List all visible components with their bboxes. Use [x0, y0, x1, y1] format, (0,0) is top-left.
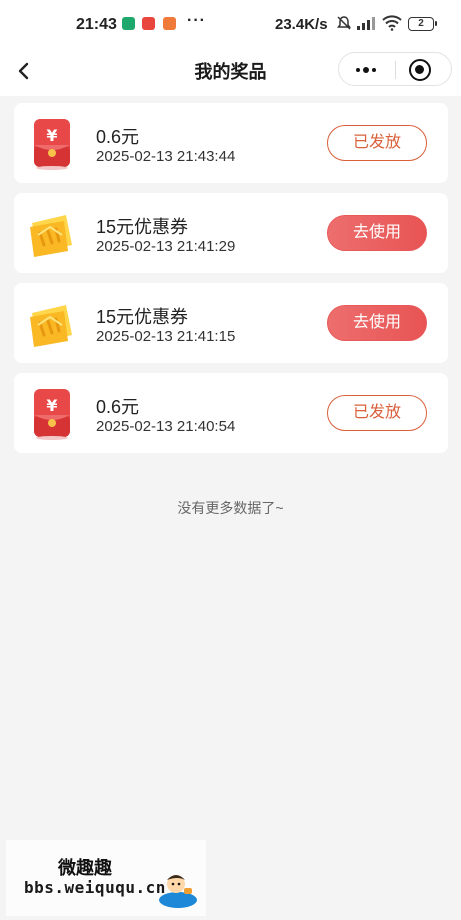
wifi-icon: [382, 15, 402, 35]
more-dots-icon: [356, 68, 360, 72]
status-more-dots: ···: [187, 12, 206, 29]
status-time: 21:43: [76, 16, 117, 33]
mute-bell-icon: [336, 15, 352, 35]
network-speed: 23.4K/s: [275, 16, 328, 33]
battery-icon: 2: [408, 17, 437, 31]
gold-coupon-icon: [28, 295, 76, 351]
watermark-url: bbs.weiququ.cn: [24, 878, 166, 897]
issued-button[interactable]: 已发放: [327, 125, 427, 161]
more-button[interactable]: [339, 53, 395, 85]
no-more-data-text: 没有更多数据了~: [177, 500, 284, 516]
nav-bar: 我的奖品: [0, 48, 461, 96]
target-close-icon[interactable]: [409, 59, 431, 81]
fox-app-icon: [163, 17, 176, 30]
status-bar: 21:43 ··· 23.4K/s 2: [0, 0, 461, 48]
prize-time: 2025-02-13 21:41:29: [96, 238, 236, 255]
red-envelope-icon: ¥: [28, 115, 76, 171]
watermark: 微趣趣 bbs.weiququ.cn: [6, 840, 206, 916]
hd-signal-icon: [356, 15, 376, 35]
svg-text:¥: ¥: [46, 126, 57, 145]
mini-program-capsule: [338, 52, 452, 86]
use-coupon-button[interactable]: 去使用: [327, 215, 427, 251]
issued-button[interactable]: 已发放: [327, 395, 427, 431]
netease-music-app-icon: [142, 17, 155, 30]
prize-name: 0.6元: [96, 127, 140, 147]
mascot-logo-icon: [156, 868, 200, 915]
prize-time: 2025-02-13 21:41:15: [96, 328, 236, 345]
prize-name: 0.6元: [96, 397, 140, 417]
capsule-divider: [395, 61, 396, 79]
prize-card: ¥ 0.6元 2025-02-13 21:43:44 已发放: [14, 103, 448, 183]
shield-app-icon: [122, 17, 135, 30]
prize-card: ¥ 0.6元 2025-02-13 21:40:54 已发放: [14, 373, 448, 453]
prize-name: 15元优惠券: [96, 217, 189, 237]
gold-coupon-icon: [28, 205, 76, 261]
watermark-name: 微趣趣: [58, 858, 112, 878]
prize-time: 2025-02-13 21:40:54: [96, 418, 236, 435]
prize-time: 2025-02-13 21:43:44: [96, 148, 236, 165]
svg-text:¥: ¥: [46, 396, 57, 415]
prize-card: 15元优惠券 2025-02-13 21:41:29 去使用: [14, 193, 448, 273]
use-coupon-button[interactable]: 去使用: [327, 305, 427, 341]
prize-name: 15元优惠券: [96, 307, 189, 327]
prize-list: ¥ 0.6元 2025-02-13 21:43:44 已发放 15元优惠券 20…: [14, 103, 448, 463]
prize-card: 15元优惠券 2025-02-13 21:41:15 去使用: [14, 283, 448, 363]
red-envelope-icon: ¥: [28, 385, 76, 441]
